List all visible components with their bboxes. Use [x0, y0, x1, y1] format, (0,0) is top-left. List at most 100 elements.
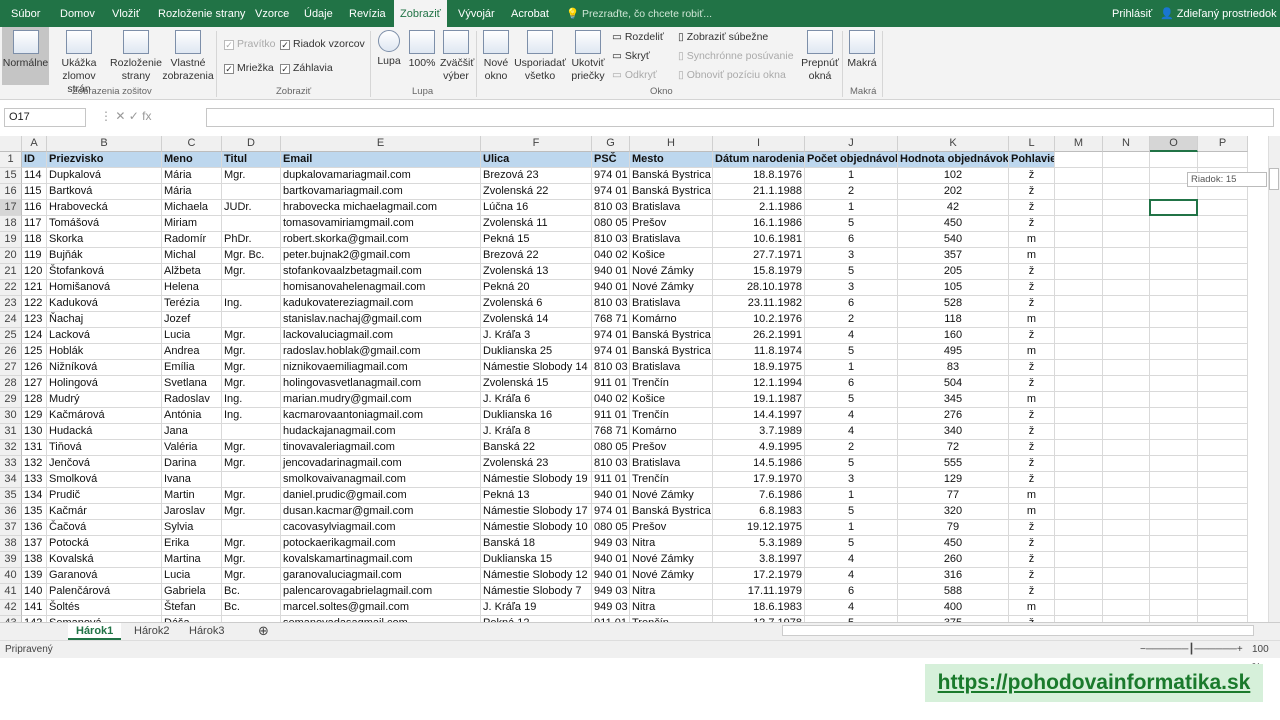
empty-cell[interactable] [1103, 392, 1150, 408]
data-cell[interactable]: 133 [22, 472, 47, 488]
tab-view[interactable]: Zobraziť [394, 0, 447, 27]
empty-cell[interactable] [1198, 200, 1248, 216]
data-cell[interactable]: Prudič [47, 488, 162, 504]
data-cell[interactable]: Bratislava [630, 456, 713, 472]
data-cell[interactable]: kovalskamartinagmail.com [281, 552, 481, 568]
data-cell[interactable]: lackovaluciagmail.com [281, 328, 481, 344]
empty-cell[interactable] [1198, 328, 1248, 344]
data-cell[interactable]: Bratislava [630, 200, 713, 216]
column-header-j[interactable]: J [805, 136, 898, 152]
empty-cell[interactable] [1055, 600, 1103, 616]
data-cell[interactable]: 11.8.1974 [713, 344, 805, 360]
data-cell[interactable]: 136 [22, 520, 47, 536]
data-cell[interactable]: 102 [898, 168, 1009, 184]
data-cell[interactable]: Nitra [630, 584, 713, 600]
row-header[interactable]: 23 [0, 296, 22, 312]
data-cell[interactable]: m [1009, 344, 1055, 360]
row-header[interactable]: 41 [0, 584, 22, 600]
data-cell[interactable]: 5.3.1989 [713, 536, 805, 552]
data-cell[interactable]: Košice [630, 248, 713, 264]
empty-cell[interactable] [1198, 296, 1248, 312]
data-cell[interactable]: 205 [898, 264, 1009, 280]
data-cell[interactable]: Zvolenská 22 [481, 184, 592, 200]
empty-cell[interactable] [1103, 584, 1150, 600]
data-cell[interactable]: 10.6.1981 [713, 232, 805, 248]
data-cell[interactable]: Svetlana [162, 376, 222, 392]
row-header[interactable]: 22 [0, 280, 22, 296]
data-cell[interactable]: dusan.kacmar@gmail.com [281, 504, 481, 520]
data-cell[interactable]: Duklianska 16 [481, 408, 592, 424]
data-cell[interactable]: radoslav.hoblak@gmail.com [281, 344, 481, 360]
empty-cell[interactable] [1103, 408, 1150, 424]
data-cell[interactable]: J. Kráľa 3 [481, 328, 592, 344]
data-cell[interactable]: Homišanová [47, 280, 162, 296]
empty-cell[interactable] [1055, 184, 1103, 200]
data-cell[interactable]: 118 [22, 232, 47, 248]
data-cell[interactable]: 4 [805, 408, 898, 424]
share-button[interactable]: 👤 Zdieľaný prostriedok [1160, 0, 1277, 28]
data-cell[interactable]: Banská Bystrica [630, 184, 713, 200]
data-cell[interactable]: Banská Bystrica [630, 168, 713, 184]
data-cell[interactable]: 19.12.1975 [713, 520, 805, 536]
data-cell[interactable]: 949 03 [592, 536, 630, 552]
row-header[interactable]: 17 [0, 200, 22, 216]
data-cell[interactable]: tomasovamiriamgmail.com [281, 216, 481, 232]
data-cell[interactable]: ž [1009, 408, 1055, 424]
data-cell[interactable]: ž [1009, 568, 1055, 584]
data-cell[interactable]: 19.1.1987 [713, 392, 805, 408]
empty-cell[interactable] [1055, 552, 1103, 568]
data-cell[interactable]: 940 01 [592, 552, 630, 568]
header-cell[interactable]: Ulica [481, 152, 592, 168]
data-cell[interactable]: Zvolenská 13 [481, 264, 592, 280]
data-cell[interactable]: 4 [805, 328, 898, 344]
data-cell[interactable]: Michaela [162, 200, 222, 216]
data-cell[interactable]: Banská 22 [481, 440, 592, 456]
sign-in-link[interactable]: Prihlásiť [1112, 0, 1152, 28]
data-cell[interactable]: Nižníková [47, 360, 162, 376]
data-cell[interactable]: Bratislava [630, 296, 713, 312]
data-cell[interactable]: 121 [22, 280, 47, 296]
empty-cell[interactable] [1103, 296, 1150, 312]
data-cell[interactable]: Skorka [47, 232, 162, 248]
data-cell[interactable]: Garanová [47, 568, 162, 584]
header-cell[interactable]: Meno [162, 152, 222, 168]
data-cell[interactable]: dupkalovamariagmail.com [281, 168, 481, 184]
tab-insert[interactable]: Vložiť [112, 0, 140, 27]
data-cell[interactable]: 27.7.1971 [713, 248, 805, 264]
selected-cell-o17[interactable] [1149, 199, 1198, 216]
column-header-f[interactable]: F [481, 136, 592, 152]
formula-bar-checkbox[interactable]: ✓ Riadok vzorcov [280, 38, 365, 50]
data-cell[interactable]: Nitra [630, 600, 713, 616]
empty-cell[interactable] [1055, 456, 1103, 472]
data-cell[interactable]: Helena [162, 280, 222, 296]
hide-button[interactable]: ▭ Skryť [612, 50, 650, 62]
column-header-h[interactable]: H [630, 136, 713, 152]
empty-cell[interactable] [1198, 504, 1248, 520]
data-cell[interactable]: 3.7.1989 [713, 424, 805, 440]
empty-cell[interactable] [1150, 296, 1198, 312]
empty-cell[interactable] [1103, 344, 1150, 360]
data-cell[interactable]: 2 [805, 312, 898, 328]
data-cell[interactable]: 040 02 [592, 248, 630, 264]
data-cell[interactable]: Ňachaj [47, 312, 162, 328]
data-cell[interactable]: 1 [805, 360, 898, 376]
data-cell[interactable]: Brezová 22 [481, 248, 592, 264]
empty-cell[interactable] [1150, 376, 1198, 392]
data-cell[interactable]: ž [1009, 328, 1055, 344]
empty-cell[interactable] [1198, 280, 1248, 296]
data-cell[interactable]: 18.8.1976 [713, 168, 805, 184]
data-cell[interactable]: Lúčna 16 [481, 200, 592, 216]
empty-cell[interactable] [1103, 328, 1150, 344]
data-cell[interactable]: Hudacká [47, 424, 162, 440]
data-cell[interactable]: Banská 18 [481, 536, 592, 552]
data-cell[interactable]: 77 [898, 488, 1009, 504]
empty-cell[interactable] [1055, 584, 1103, 600]
formula-buttons[interactable]: ⋮ ✕ ✓ fx [100, 109, 151, 123]
row-header[interactable]: 42 [0, 600, 22, 616]
row-header[interactable]: 19 [0, 232, 22, 248]
data-cell[interactable]: 3.8.1997 [713, 552, 805, 568]
empty-cell[interactable] [1103, 440, 1150, 456]
empty-cell[interactable] [1103, 248, 1150, 264]
data-cell[interactable]: Bratislava [630, 360, 713, 376]
data-cell[interactable]: Zvolenská 14 [481, 312, 592, 328]
